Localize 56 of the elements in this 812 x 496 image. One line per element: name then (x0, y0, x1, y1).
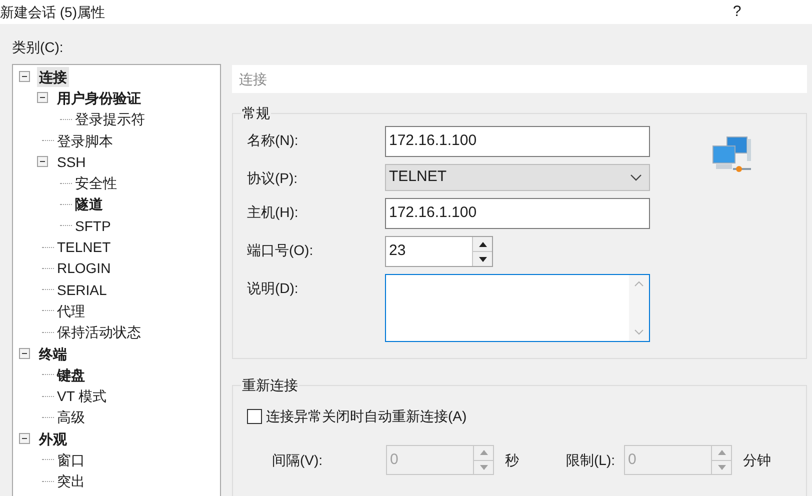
scroll-up-icon (634, 281, 644, 287)
tree-item[interactable]: SSH (55, 152, 88, 172)
unit-label: 秒 (505, 450, 520, 470)
window-title: 新建会话 (5)属性 (0, 2, 105, 22)
field-label: 主机(H): (246, 203, 300, 222)
chevron-down-icon (630, 174, 642, 181)
spin-down-button[interactable] (473, 252, 492, 266)
checkbox[interactable] (247, 409, 262, 424)
tree-item[interactable]: 代理 (55, 300, 87, 321)
text-field[interactable]: 172.16.1.100 (385, 198, 650, 229)
field-label: 协议(P): (246, 169, 299, 188)
tree-item[interactable]: 隧道 (73, 194, 105, 214)
tree-item[interactable]: VT 模式 (55, 386, 109, 406)
tree-item[interactable]: 终端 (37, 344, 69, 364)
scroll-down-icon (634, 329, 644, 335)
tree-item[interactable]: 窗口 (55, 450, 87, 470)
checkbox-label: 连接异常关闭时自动重新连接(A) (266, 407, 467, 426)
down-arrow-icon (480, 464, 488, 470)
tree-item[interactable]: 突出 (55, 471, 87, 492)
tree-item[interactable]: SERIAL (55, 280, 109, 300)
port-spin-field[interactable]: 23 (385, 236, 493, 267)
field-label: 端口号(O): (246, 241, 314, 260)
tree-item[interactable]: 登录脚本 (55, 130, 115, 151)
down-arrow-icon (478, 256, 486, 262)
page-title: 连接 (239, 70, 267, 88)
tree-item[interactable]: 保持活动状态 (55, 322, 143, 342)
collapse-icon[interactable] (37, 156, 48, 168)
collapse-icon[interactable] (37, 92, 48, 104)
tree-item[interactable]: 键盘 (55, 364, 87, 385)
text-field[interactable]: 172.16.1.100 (385, 126, 650, 157)
up-arrow-icon (480, 450, 488, 456)
collapse-icon[interactable] (19, 348, 30, 359)
spin-label: 间隔(V): (272, 450, 324, 470)
category-label: 类别(C): (12, 38, 64, 57)
tree-item[interactable]: 用户身份验证 (55, 88, 143, 108)
spin-up-button[interactable] (473, 237, 492, 252)
collapse-icon[interactable] (19, 71, 30, 82)
tree-item[interactable]: 连接 (37, 66, 69, 87)
spin-label: 限制(L): (566, 450, 616, 470)
tree-item[interactable]: 高级 (55, 407, 87, 428)
tree-item[interactable]: TELNET (55, 237, 113, 258)
tree-item[interactable]: 外观 (37, 428, 69, 449)
up-arrow-icon (478, 242, 486, 246)
tree-item[interactable]: 安全性 (73, 173, 119, 194)
protocol-dropdown[interactable]: TELNET (385, 164, 650, 191)
up-arrow-icon (718, 450, 726, 456)
collapse-icon[interactable] (19, 433, 30, 444)
tree-item[interactable]: RLOGIN (55, 258, 113, 278)
field-label: 名称(N): (246, 131, 300, 150)
field-label: 说明(D): (246, 279, 300, 298)
down-arrow-icon (718, 464, 726, 470)
help-button[interactable]: ? (722, 0, 752, 24)
description-field[interactable] (385, 274, 650, 342)
tree-item[interactable]: SFTP (73, 216, 113, 236)
unit-label: 分钟 (743, 450, 771, 470)
tree-item[interactable]: 登录提示符 (73, 109, 147, 130)
